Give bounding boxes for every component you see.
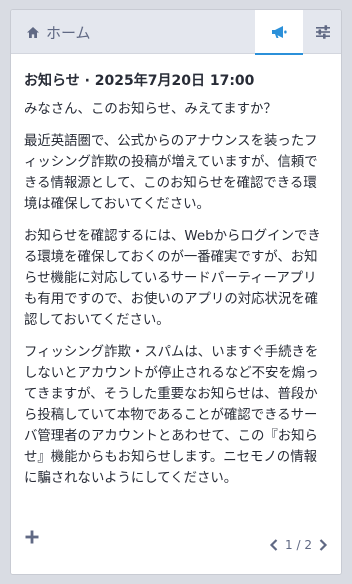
home-button[interactable]: ホーム [11,10,161,54]
announcements-column: ホーム お知らせ · 2025年7月20日 17:00 みなさん、このお知らせ、… [10,9,342,575]
announcement-pager: 1 / 2 [268,536,329,554]
current-page: 1 [285,538,293,552]
announcements-tab[interactable] [255,10,303,55]
announcement-title: お知らせ · 2025年7月20日 17:00 [24,73,255,89]
add-reaction-icon[interactable] [24,529,40,545]
page-counter: 1 / 2 [285,538,312,552]
announcement-paragraph: みなさん、このお知らせ、みえてますか？ [24,102,277,117]
announcement-paragraph: お知らせを確認するには、Webからログインできる環境を確保しておくのが一番確実で… [24,229,321,328]
sliders-icon [316,25,330,39]
announcement-paragraph: フィッシング詐欺・スパムは、いますぐ手続きをしないとアカウントが停止されるなど不… [24,345,319,486]
previous-announcement-icon[interactable] [268,538,280,552]
home-label: ホーム [46,23,91,42]
announcement-content: お知らせ · 2025年7月20日 17:00 みなさん、このお知らせ、みえてま… [11,55,341,574]
home-icon [27,26,39,38]
announcement-paragraph: 最近英語圏で、公式からのアナウンスを装ったフィッシング詐欺の投稿が増えていますが… [24,134,318,212]
page-separator: / [296,538,301,552]
megaphone-icon [272,25,287,38]
next-announcement-icon[interactable] [317,538,329,552]
total-pages: 2 [304,538,312,552]
column-header: ホーム [11,10,341,55]
column-settings-button[interactable] [303,10,341,54]
